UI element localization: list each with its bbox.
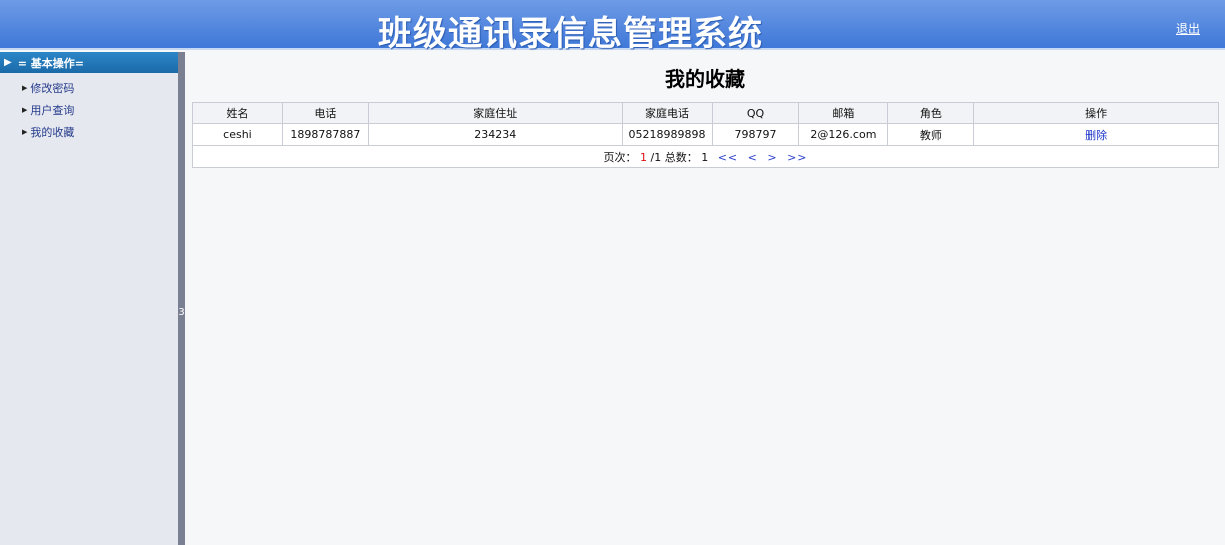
column-header-role: 角色 [887, 102, 975, 124]
cell-phone: 1898787887 [281, 123, 369, 146]
column-header-address: 家庭住址 [367, 102, 623, 124]
sidebar-section-title: = 基本操作= [17, 56, 84, 70]
pager-next-button[interactable]: > [767, 151, 777, 164]
app-title: 班级通讯录信息管理系统 [378, 14, 763, 54]
page-title: 我的收藏 [665, 67, 745, 91]
app-header: 班级通讯录信息管理系统 退出 [0, 0, 1225, 54]
sidebar-item-label: 用户查询 [30, 104, 75, 117]
delete-link[interactable]: 删除 [1085, 129, 1107, 142]
sidebar-splitter[interactable] [178, 52, 185, 545]
pager-prev-button[interactable]: < [748, 151, 758, 164]
pager-total-pages: /1 [650, 150, 662, 164]
column-header-email: 邮箱 [798, 102, 889, 124]
cell-home-phone: 05218989898 [621, 123, 713, 146]
cell-action: 删除 [973, 123, 1219, 146]
bullet-arrow-icon: ▶ [22, 84, 28, 92]
cell-email: 2@126.com [798, 123, 889, 146]
sidebar: ▶ = 基本操作= ▶ 修改密码 ▶ 用户查询 ▶ 我的收藏 [0, 52, 180, 545]
pager-label: 页次： [603, 150, 637, 164]
sidebar-item-label: 我的收藏 [30, 126, 75, 139]
sidebar-section-header[interactable]: ▶ = 基本操作= [0, 52, 180, 73]
bullet-arrow-icon: ▶ [22, 106, 28, 114]
cell-name: ceshi [192, 123, 283, 146]
cell-role: 教师 [887, 123, 975, 146]
pager-last-button[interactable]: >> [787, 151, 807, 164]
column-header-qq: QQ [711, 102, 800, 124]
collapse-arrow-icon: ▶ [4, 57, 12, 68]
sidebar-item-user-query[interactable]: ▶ 用户查询 [0, 99, 180, 121]
pager-current-page: 1 [639, 150, 647, 164]
bullet-arrow-icon: ▶ [22, 128, 28, 136]
pager: 页次： 1 /1 总数： 1 << < > >> [192, 145, 1219, 168]
table-header-row: 姓名 电话 家庭住址 家庭电话 QQ 邮箱 角色 操作 [192, 102, 1219, 124]
sidebar-item-change-password[interactable]: ▶ 修改密码 [0, 77, 180, 99]
cell-address: 234234 [367, 123, 623, 146]
table-row: ceshi 1898787887 234234 05218989898 7987… [192, 123, 1219, 146]
pager-total-count: 1 [701, 150, 709, 164]
column-header-phone: 电话 [281, 102, 369, 124]
logout-link[interactable]: 退出 [1176, 20, 1200, 37]
column-header-home-phone: 家庭电话 [621, 102, 713, 124]
column-header-name: 姓名 [192, 102, 283, 124]
sidebar-menu: ▶ 修改密码 ▶ 用户查询 ▶ 我的收藏 [0, 73, 180, 143]
favorites-table: 姓名 电话 家庭住址 家庭电话 QQ 邮箱 角色 操作 ceshi 189878… [192, 102, 1219, 168]
pager-first-button[interactable]: << [718, 151, 738, 164]
sidebar-item-label: 修改密码 [30, 82, 75, 95]
pager-total-label: 总数： [664, 150, 698, 164]
cell-qq: 798797 [711, 123, 800, 146]
sidebar-item-favorites[interactable]: ▶ 我的收藏 [0, 121, 180, 143]
column-header-action: 操作 [973, 102, 1219, 124]
pager-row: 页次： 1 /1 总数： 1 << < > >> [192, 145, 1219, 168]
splitter-mark: 3 [178, 307, 185, 318]
main-content: 我的收藏 姓名 电话 家庭住址 家庭电话 QQ 邮箱 角色 操作 ceshi 1… [185, 52, 1225, 545]
